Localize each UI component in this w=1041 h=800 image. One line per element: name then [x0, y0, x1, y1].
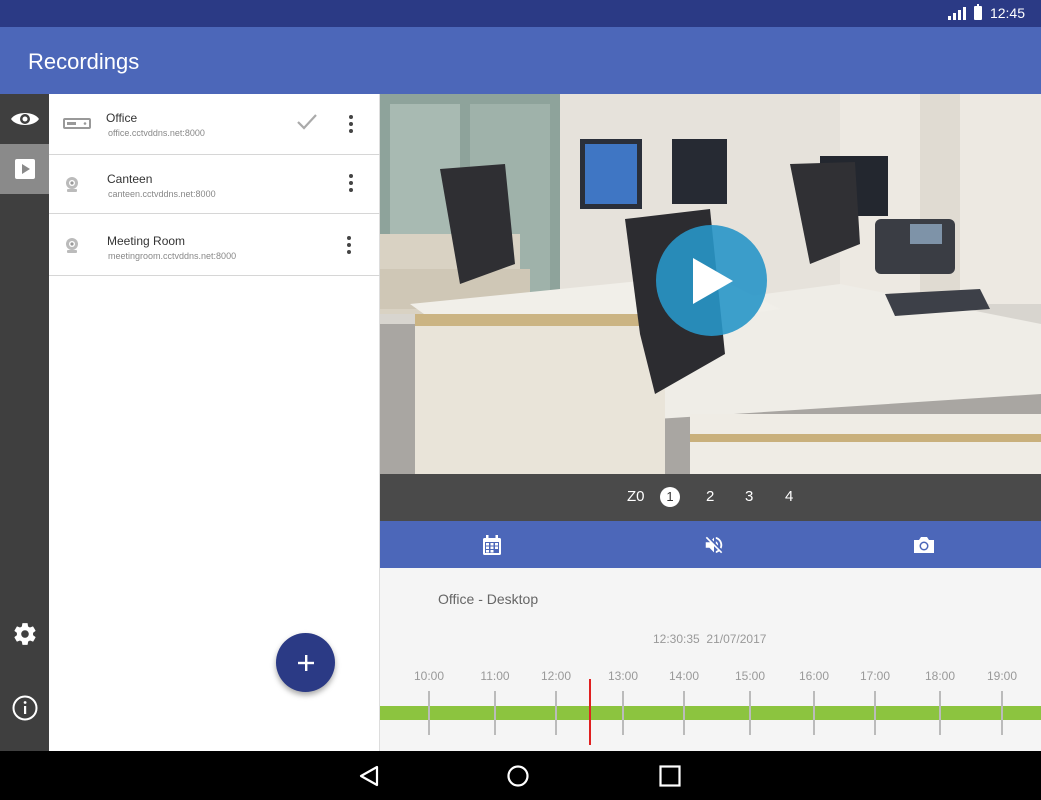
calendar-button[interactable] [480, 533, 504, 557]
hour-tick [939, 691, 941, 735]
hour-label: 13:00 [607, 669, 639, 683]
camera-snapshot-icon [914, 537, 934, 553]
page-title: Recordings [28, 49, 140, 74]
hour-tick [749, 691, 751, 735]
hour-label: 19:00 [986, 669, 1018, 683]
gear-icon [13, 623, 36, 645]
list-item-office[interactable]: Office office.cctvddns.net:8000 [49, 94, 380, 155]
device-name: Office [106, 111, 138, 125]
hour-label: 17:00 [859, 669, 891, 683]
hour-label: 12:00 [540, 669, 572, 683]
hour-label: 14:00 [668, 669, 700, 683]
camera-channel-bar: Z0 1 2 3 4 [380, 474, 1041, 521]
device-address: office.cctvddns.net:8000 [108, 128, 205, 138]
mute-button[interactable] [702, 533, 726, 557]
plus-icon [297, 654, 314, 671]
channel-4[interactable]: 4 [785, 488, 793, 505]
list-item-canteen[interactable]: Canteen canteen.cctvddns.net:8000 [49, 152, 380, 214]
play-box-icon [14, 159, 35, 179]
app-bar: Recordings [0, 27, 1041, 94]
channel-2[interactable]: 2 [706, 488, 714, 505]
mute-icon [705, 536, 723, 554]
rail-live-view-button[interactable] [0, 94, 49, 144]
hour-tick [813, 691, 815, 735]
more-options-button[interactable] [341, 112, 361, 136]
recents-button[interactable] [657, 763, 683, 789]
hour-label: 10:00 [413, 669, 445, 683]
timeline-datetime: 12:30:35 21/07/2017 [653, 632, 766, 646]
add-device-button[interactable] [276, 633, 335, 692]
hour-label: 16:00 [798, 669, 830, 683]
hour-tick [1001, 691, 1003, 735]
play-button[interactable] [656, 225, 767, 336]
device-address: canteen.cctvddns.net:8000 [108, 189, 216, 199]
hour-tick [622, 691, 624, 735]
recents-icon [659, 765, 681, 787]
status-indicators: 12:45 [947, 4, 1025, 21]
eye-icon [10, 113, 39, 125]
check-icon [297, 114, 317, 130]
hour-tick [874, 691, 876, 735]
playback-action-bar [380, 521, 1041, 568]
channel-z0[interactable]: Z0 [627, 488, 645, 505]
snapshot-button[interactable] [912, 533, 936, 557]
status-bar: 12:45 [0, 0, 1041, 27]
more-options-button[interactable] [341, 171, 361, 195]
channel-3[interactable]: 3 [745, 488, 753, 505]
battery-icon [973, 4, 982, 20]
list-item-meeting-room[interactable]: Meeting Room meetingroom.cctvddns.net:80… [49, 214, 380, 276]
more-options-button[interactable] [339, 233, 359, 257]
device-name: Meeting Room [107, 234, 186, 248]
timeline-panel: Office - Desktop 12:30:35 21/07/2017 10:… [380, 568, 1041, 751]
hour-tick [555, 691, 557, 735]
system-nav-bar [0, 751, 1041, 800]
video-player[interactable] [380, 94, 1041, 474]
hour-tick [683, 691, 685, 735]
device-list: Office office.cctvddns.net:8000 Canteen … [49, 94, 380, 751]
dvr-icon [63, 118, 91, 129]
camera-icon [66, 177, 78, 192]
hour-label: 18:00 [924, 669, 956, 683]
status-time: 12:45 [989, 5, 1025, 21]
rail-info-button[interactable] [0, 683, 49, 733]
hour-label: 11:00 [480, 669, 510, 683]
timeline-date: 21/07/2017 [706, 632, 767, 646]
hour-tick [428, 691, 430, 735]
device-name: Canteen [107, 172, 153, 186]
recording-title: Office - Desktop [438, 591, 539, 607]
timeline-time: 12:30:35 [653, 632, 700, 646]
hour-tick [494, 691, 496, 735]
rail-recordings-button[interactable] [0, 144, 49, 194]
back-button[interactable] [356, 763, 382, 789]
play-icon [692, 257, 733, 304]
channel-1[interactable]: 1 [660, 487, 680, 507]
back-icon [359, 765, 379, 787]
signal-icon [947, 6, 966, 20]
rail-settings-button[interactable] [0, 609, 49, 659]
calendar-icon [483, 534, 501, 555]
home-icon [507, 765, 529, 787]
info-icon [12, 695, 37, 721]
home-button[interactable] [505, 763, 531, 789]
hour-label: 15:00 [734, 669, 766, 683]
nav-rail [0, 94, 49, 751]
device-address: meetingroom.cctvddns.net:8000 [108, 251, 237, 261]
recording-availability-bar[interactable] [380, 706, 1041, 720]
camera-icon [66, 238, 78, 253]
playback-cursor[interactable] [589, 679, 591, 745]
